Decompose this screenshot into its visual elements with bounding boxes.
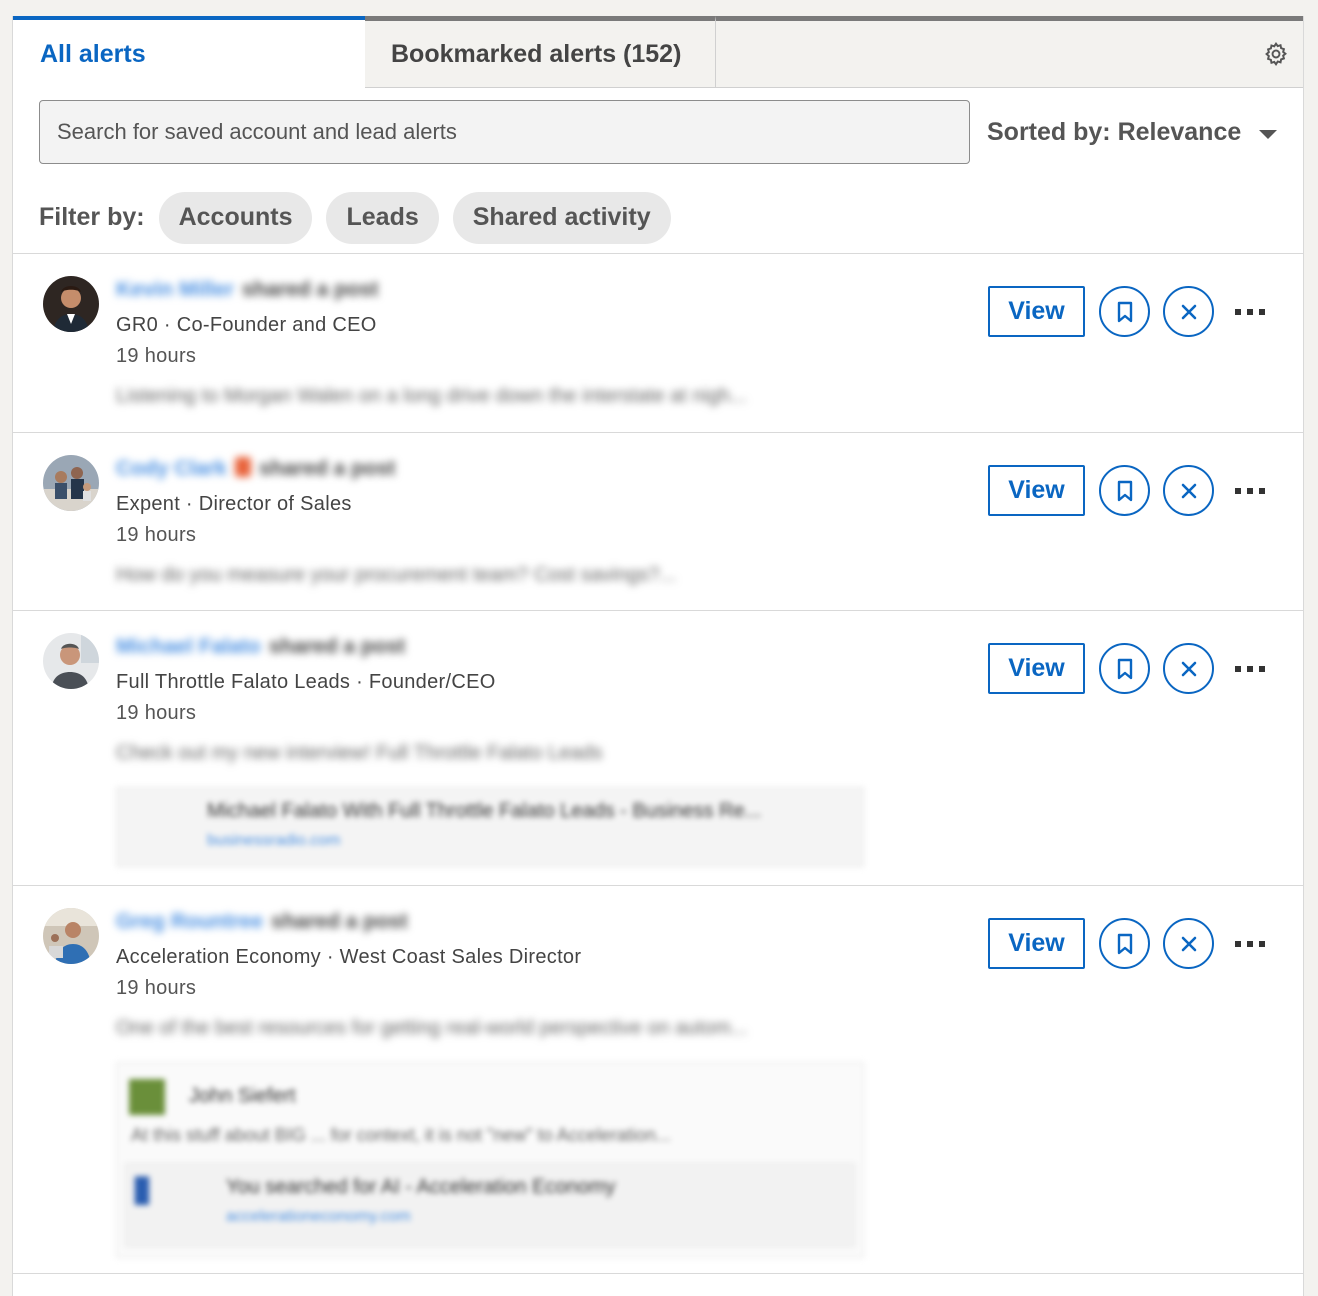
tab-all-alerts[interactable]: All alerts <box>13 16 365 89</box>
shared-post-author: John Siefert <box>189 1085 296 1107</box>
more-options-icon[interactable] <box>1235 934 1271 954</box>
dismiss-button[interactable] <box>1163 465 1214 516</box>
bookmark-icon <box>1117 658 1132 679</box>
company-title: Expent · Director of Sales <box>116 493 352 515</box>
avatar[interactable] <box>43 908 99 964</box>
post-snippet[interactable]: How do you measure your procurement team… <box>116 564 676 587</box>
alert-headline[interactable]: Greg Rountree shared a post <box>116 910 408 934</box>
company-title: Acceleration Economy · West Coast Sales … <box>116 946 582 968</box>
alert-time: 19 hours <box>116 702 197 724</box>
alert-headline[interactable]: Cody Clark shared a post <box>116 457 395 481</box>
alert-item: Kevin Miller shared a post GR0 · Co-Foun… <box>13 254 1303 433</box>
more-options-icon[interactable] <box>1235 659 1271 679</box>
filter-label: Filter by: <box>39 203 145 231</box>
alerts-panel: All alerts Bookmarked alerts (152) Sorte… <box>12 16 1304 1296</box>
nested-link-card[interactable]: ▮ You searched for AI - Acceleration Eco… <box>125 1163 855 1247</box>
alert-item: Greg Rountree shared a post Acceleration… <box>13 886 1303 1274</box>
company-title: Full Throttle Falato Leads · Founder/CEO <box>116 671 496 693</box>
bookmark-button[interactable] <box>1099 643 1150 694</box>
avatar[interactable] <box>43 276 99 332</box>
more-options-icon[interactable] <box>1235 481 1271 501</box>
tab-bookmarked-alerts[interactable]: Bookmarked alerts (152) <box>365 16 716 88</box>
link-preview-url: businessradio.com <box>207 832 341 849</box>
dismiss-button[interactable] <box>1163 643 1214 694</box>
alert-item: Michael Falato shared a post Full Thrott… <box>13 611 1303 886</box>
alert-headline[interactable]: Michael Falato shared a post <box>116 635 405 659</box>
link-preview-title: Michael Falato With Full Throttle Falato… <box>207 800 762 822</box>
link-preview-url: accelerationeconomy.com <box>226 1208 411 1225</box>
shared-post-card[interactable]: John Siefert At this stuff about BIG ...… <box>116 1062 864 1258</box>
dismiss-button[interactable] <box>1163 286 1214 337</box>
author-avatar <box>129 1079 165 1115</box>
shared-post-text: At this stuff about BIG ... for context,… <box>131 1125 671 1145</box>
bookmark-button[interactable] <box>1099 286 1150 337</box>
tab-bar-filler <box>716 16 1303 87</box>
link-thumbnail: ▮ <box>132 1167 152 1208</box>
sort-label: Sorted by: Relevance <box>987 118 1242 146</box>
flag-icon <box>234 457 251 477</box>
post-snippet[interactable]: Check out my new interview! Full Throttl… <box>116 742 603 765</box>
bookmark-button[interactable] <box>1099 918 1150 969</box>
view-button[interactable]: View <box>988 286 1085 337</box>
lead-name-link[interactable]: Cody Clark <box>116 457 227 481</box>
company-title: GR0 · Co-Founder and CEO <box>116 314 377 336</box>
lead-name-link[interactable]: Greg Rountree <box>116 910 263 934</box>
bookmark-button[interactable] <box>1099 465 1150 516</box>
view-button[interactable]: View <box>988 465 1085 516</box>
caret-down-icon <box>1259 130 1278 139</box>
lead-name-link[interactable]: Michael Falato <box>116 635 261 659</box>
close-icon <box>1181 661 1196 676</box>
view-button[interactable]: View <box>988 643 1085 694</box>
search-input[interactable] <box>39 100 970 164</box>
filter-pill-leads[interactable]: Leads <box>326 191 439 244</box>
alert-action-text: shared a post <box>258 457 396 480</box>
filter-row: Filter by: Accounts Leads Shared activit… <box>13 182 1303 254</box>
bookmark-icon <box>1117 301 1132 322</box>
bookmark-icon <box>1117 933 1132 954</box>
link-preview-title: You searched for AI - Acceleration Econo… <box>226 1176 616 1198</box>
lead-name-link[interactable]: Kevin Miller <box>116 278 234 302</box>
alert-headline[interactable]: Kevin Miller shared a post <box>116 278 378 302</box>
filter-pill-accounts[interactable]: Accounts <box>158 191 313 244</box>
alert-time: 19 hours <box>116 524 197 546</box>
gear-icon[interactable] <box>1263 41 1289 67</box>
alert-action-text: shared a post <box>271 910 408 933</box>
alert-item: Cody Clark shared a post Expent · Direct… <box>13 433 1303 611</box>
alert-time: 19 hours <box>116 977 197 999</box>
avatar[interactable] <box>43 455 99 511</box>
link-preview-card[interactable]: Michael Falato With Full Throttle Falato… <box>116 787 864 867</box>
search-row: Sorted by: Relevance <box>13 88 1303 182</box>
dismiss-button[interactable] <box>1163 918 1214 969</box>
alert-time: 19 hours <box>116 345 197 367</box>
close-icon <box>1181 936 1196 951</box>
view-button[interactable]: View <box>988 918 1085 969</box>
sort-dropdown[interactable]: Sorted by: Relevance <box>987 118 1278 147</box>
close-icon <box>1181 304 1196 319</box>
avatar[interactable] <box>43 633 99 689</box>
post-snippet[interactable]: Listening to Morgan Walen on a long driv… <box>116 385 747 408</box>
alerts-tabs: All alerts Bookmarked alerts (152) <box>13 16 1303 89</box>
bookmark-icon <box>1117 480 1132 501</box>
alert-action-text: shared a post <box>241 278 379 301</box>
close-icon <box>1181 483 1196 498</box>
more-options-icon[interactable] <box>1235 302 1271 322</box>
filter-pill-shared-activity[interactable]: Shared activity <box>452 191 671 244</box>
alert-action-text: shared a post <box>268 635 406 658</box>
post-snippet[interactable]: One of the best resources for getting re… <box>116 1017 747 1040</box>
